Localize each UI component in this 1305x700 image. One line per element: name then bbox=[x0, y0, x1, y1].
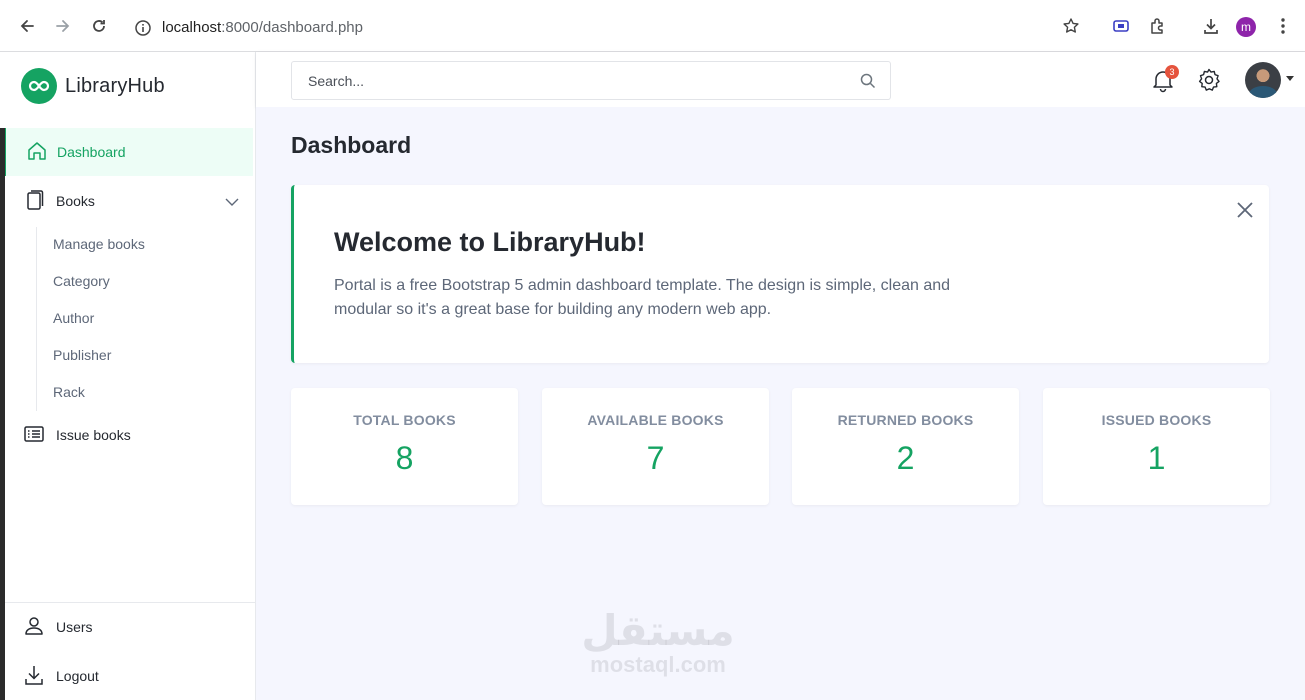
reload-icon[interactable] bbox=[87, 14, 111, 38]
stat-value: 1 bbox=[1147, 440, 1166, 476]
screen-cast-icon[interactable] bbox=[1109, 14, 1133, 38]
close-icon[interactable] bbox=[1235, 200, 1255, 220]
stat-card-returned-books[interactable]: RETURNED BOOKS 2 bbox=[792, 388, 1019, 505]
back-icon[interactable] bbox=[15, 14, 39, 38]
stat-card-total-books[interactable]: TOTAL BOOKS 8 bbox=[291, 388, 518, 505]
house-icon bbox=[26, 140, 48, 162]
books-submenu: Manage books Category Author Publisher R… bbox=[36, 227, 246, 411]
site-info-icon[interactable] bbox=[134, 19, 152, 37]
main-content: Dashboard Welcome to LibraryHub! Portal … bbox=[256, 107, 1305, 700]
url-text: localhost:8000/dashboard.php bbox=[162, 19, 363, 36]
chevron-down-icon[interactable] bbox=[225, 194, 239, 212]
submenu-item-publisher[interactable]: Publisher bbox=[53, 347, 111, 363]
brand-name: LibraryHub bbox=[65, 74, 165, 97]
stat-label: RETURNED BOOKS bbox=[837, 412, 974, 428]
watermark: مستقل mostaql.com bbox=[573, 610, 743, 678]
caret-down-icon[interactable] bbox=[1286, 76, 1294, 81]
stat-value: 2 bbox=[896, 440, 915, 476]
brand[interactable]: LibraryHub bbox=[21, 68, 165, 104]
submenu-item-manage-books[interactable]: Manage books bbox=[53, 236, 145, 252]
browser-menu-icon[interactable] bbox=[1271, 14, 1295, 38]
search-box bbox=[291, 61, 891, 100]
sidebar-item-issue-books[interactable]: Issue books bbox=[5, 411, 255, 459]
stat-card-available-books[interactable]: AVAILABLE BOOKS 7 bbox=[542, 388, 769, 505]
stat-label: ISSUED BOOKS bbox=[1101, 412, 1212, 428]
sidebar-item-label: Books bbox=[56, 193, 95, 209]
sidebar-item-label: Users bbox=[56, 619, 93, 635]
sidebar-item-label: Dashboard bbox=[57, 144, 126, 160]
page-title: Dashboard bbox=[291, 132, 412, 158]
notification-badge: 3 bbox=[1165, 65, 1179, 79]
sidebar-item-logout[interactable]: Logout bbox=[5, 652, 255, 700]
downloads-icon[interactable] bbox=[1199, 14, 1223, 38]
submenu-item-category[interactable]: Category bbox=[53, 273, 110, 289]
stat-value: 8 bbox=[395, 440, 414, 476]
watermark-latin: mostaql.com bbox=[590, 652, 726, 677]
stat-label: AVAILABLE BOOKS bbox=[587, 412, 724, 428]
download-icon bbox=[23, 664, 45, 686]
sidebar-item-books[interactable]: Books bbox=[5, 177, 255, 225]
search-input[interactable] bbox=[308, 71, 848, 91]
profile-avatar[interactable]: m bbox=[1236, 17, 1256, 37]
welcome-text: Portal is a free Bootstrap 5 admin dashb… bbox=[334, 277, 951, 318]
search-icon[interactable] bbox=[860, 73, 876, 89]
submenu-item-author[interactable]: Author bbox=[53, 310, 94, 326]
extensions-icon[interactable] bbox=[1146, 14, 1170, 38]
bookmark-star-icon[interactable] bbox=[1059, 14, 1083, 38]
app-header: 3 bbox=[256, 52, 1305, 107]
sidebar-item-label: Issue books bbox=[56, 427, 131, 443]
sidebar-item-users[interactable]: Users bbox=[5, 603, 255, 651]
stat-value: 7 bbox=[646, 440, 665, 476]
gear-icon[interactable] bbox=[1196, 67, 1222, 93]
sidebar: LibraryHub Dashboard Books Manage books … bbox=[0, 52, 256, 700]
browser-toolbar: localhost:8000/dashboard.php m bbox=[0, 0, 1305, 52]
welcome-title: Welcome to LibraryHub! bbox=[334, 227, 646, 257]
list-icon bbox=[23, 423, 45, 445]
window-edge bbox=[0, 128, 5, 700]
welcome-alert: Welcome to LibraryHub! Portal is a free … bbox=[291, 185, 1269, 363]
stat-card-issued-books[interactable]: ISSUED BOOKS 1 bbox=[1043, 388, 1270, 505]
address-bar[interactable]: localhost:8000/dashboard.php bbox=[124, 10, 1092, 46]
submenu-item-rack[interactable]: Rack bbox=[53, 384, 85, 400]
watermark-arabic: مستقل bbox=[581, 606, 735, 655]
sidebar-item-dashboard[interactable]: Dashboard bbox=[3, 128, 253, 176]
sidebar-footer: Users Logout bbox=[0, 602, 255, 700]
forward-icon[interactable] bbox=[51, 14, 75, 38]
book-icon bbox=[23, 189, 45, 211]
user-avatar[interactable] bbox=[1245, 62, 1281, 98]
sidebar-item-label: Logout bbox=[56, 668, 99, 684]
person-icon bbox=[23, 615, 45, 637]
stat-label: TOTAL BOOKS bbox=[353, 412, 456, 428]
infinity-logo-icon bbox=[21, 68, 57, 104]
